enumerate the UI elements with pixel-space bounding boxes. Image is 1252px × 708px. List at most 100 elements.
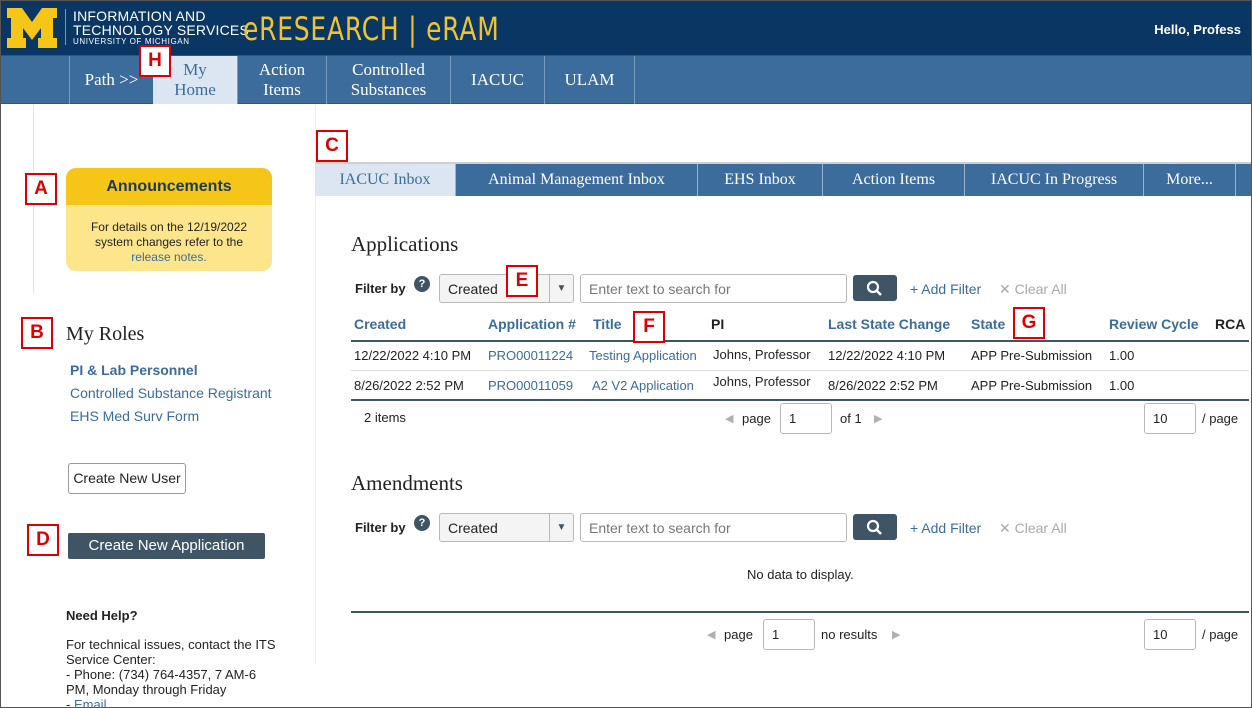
release-notes-link[interactable]: release notes.: [131, 250, 206, 264]
per-page-label: / page: [1202, 411, 1239, 426]
help-email-link[interactable]: Email: [74, 697, 107, 708]
marker-b: B: [21, 317, 53, 349]
amendments-search-input[interactable]: [580, 513, 847, 542]
app-title: eRESEARCH | eRAM: [243, 10, 500, 48]
add-filter-link[interactable]: + Add Filter: [910, 520, 981, 536]
col-rca: RCA: [1215, 316, 1246, 332]
help-text: For technical issues, contact the ITS Se…: [66, 637, 286, 708]
col-title[interactable]: Title: [593, 316, 622, 332]
role-controlled-substance-registrant[interactable]: Controlled Substance Registrant: [70, 385, 272, 401]
create-new-application-button[interactable]: Create New Application: [68, 533, 265, 559]
its-line-3: UNIVERSITY OF MICHIGAN: [73, 37, 190, 46]
prev-page-icon[interactable]: ◀: [725, 412, 733, 425]
create-new-user-button[interactable]: Create New User: [68, 463, 186, 494]
search-icon: [866, 280, 882, 296]
nav-iacuc[interactable]: IACUC: [451, 56, 545, 104]
help-line: PM, Monday through Friday: [66, 682, 227, 697]
marker-g: G: [1013, 307, 1045, 339]
tab-action-items[interactable]: Action Items: [823, 164, 965, 196]
help-question-icon[interactable]: ?: [414, 515, 430, 531]
page-label: page: [724, 627, 753, 642]
marker-h: H: [139, 45, 171, 77]
nav-label: ULAM: [564, 70, 615, 89]
help-line: - Email: [66, 697, 286, 708]
cell-state: APP Pre-Submission: [971, 378, 1093, 393]
page-number-input[interactable]: 1: [780, 403, 832, 434]
col-created[interactable]: Created: [354, 316, 406, 332]
search-button[interactable]: [853, 514, 897, 540]
marker-a: A: [25, 173, 57, 205]
cell-review-cycle: 1.00: [1109, 348, 1135, 363]
nav-label-line1: Controlled: [352, 60, 425, 79]
add-filter-link[interactable]: + Add Filter: [910, 281, 981, 297]
page-of-label: of 1: [840, 411, 862, 426]
cell-application-number[interactable]: PRO00011224: [488, 348, 573, 363]
marker-f: F: [633, 311, 665, 343]
chevron-down-icon: ▼: [549, 514, 573, 541]
michigan-block-m-logo: [7, 8, 57, 48]
per-page-input[interactable]: 10: [1144, 403, 1196, 434]
filter-by-value: Created: [448, 281, 498, 297]
filter-by-select[interactable]: Created ▼: [439, 513, 574, 542]
clear-all-link[interactable]: ✕ Clear All: [999, 520, 1067, 537]
col-review-cycle[interactable]: Review Cycle: [1109, 316, 1199, 332]
page-label: page: [742, 411, 771, 426]
col-last-state-change[interactable]: Last State Change: [828, 316, 950, 332]
cell-title[interactable]: Testing Application: [589, 348, 697, 363]
filter-by-value: Created: [448, 520, 498, 536]
nav-label: IACUC: [471, 70, 524, 89]
cell-last-state-change: 8/26/2022 2:52 PM: [828, 378, 938, 393]
applications-search-input[interactable]: [580, 274, 847, 303]
search-button[interactable]: [853, 275, 897, 301]
filter-by-label: Filter by: [355, 281, 406, 296]
nav-label-line2: Substances: [350, 80, 427, 99]
amendments-title: Amendments: [351, 471, 463, 495]
filter-by-label: Filter by: [355, 520, 406, 535]
chevron-down-icon: ▼: [549, 275, 573, 302]
nav-controlled-substances[interactable]: Controlled Substances: [327, 56, 451, 104]
nav-label-line2: Items: [263, 80, 301, 99]
nav-label-line1: Action: [258, 60, 306, 79]
user-greeting[interactable]: Hello, Profess: [1154, 22, 1241, 37]
announcement-line: For details on the 12/19/2022: [90, 220, 248, 234]
announcements-panel: Announcements For details on the 12/19/2…: [66, 168, 272, 271]
cell-title[interactable]: A2 V2 Application: [592, 378, 694, 393]
tab-iacuc-inbox[interactable]: IACUC Inbox: [315, 164, 456, 196]
nav-path-label: Path >>: [84, 70, 139, 89]
nav-label-line1: My: [183, 60, 207, 79]
tab-more[interactable]: More...: [1144, 164, 1236, 196]
tab-animal-management-inbox[interactable]: Animal Management Inbox: [456, 164, 698, 196]
col-state[interactable]: State: [971, 316, 1005, 332]
cell-created: 8/26/2022 2:52 PM: [354, 378, 464, 393]
cell-pi: Johns, Professor: [713, 347, 811, 362]
col-application-number[interactable]: Application #: [488, 316, 576, 332]
announcements-title: Announcements: [66, 168, 272, 205]
help-question-icon[interactable]: ?: [414, 276, 430, 292]
prev-page-icon[interactable]: ◀: [707, 628, 715, 641]
my-roles-title: My Roles: [66, 323, 145, 345]
role-ehs-med-surv-form[interactable]: EHS Med Surv Form: [70, 408, 199, 424]
cell-created: 12/22/2022 4:10 PM: [354, 348, 472, 363]
help-line: - Phone: (734) 764-4357, 7 AM-6: [66, 667, 257, 682]
cell-state: APP Pre-Submission: [971, 348, 1093, 363]
tab-ehs-inbox[interactable]: EHS Inbox: [698, 164, 823, 196]
marker-e: E: [506, 265, 538, 297]
tab-iacuc-in-progress[interactable]: IACUC In Progress: [965, 164, 1144, 196]
cell-review-cycle: 1.00: [1109, 378, 1135, 393]
nav-ulam[interactable]: ULAM: [545, 56, 635, 104]
cell-pi: Johns, Professor: [713, 374, 811, 389]
role-pi-lab-personnel[interactable]: PI & Lab Personnel: [70, 362, 198, 378]
nav-label-line2: Home: [174, 80, 216, 99]
page-number-input[interactable]: 1: [763, 619, 815, 650]
cell-application-number[interactable]: PRO00011059: [488, 378, 573, 393]
logo-divider: [65, 9, 66, 45]
header-divider: [351, 340, 1249, 342]
applications-title: Applications: [351, 232, 459, 256]
next-page-icon[interactable]: ▶: [874, 412, 882, 425]
next-page-icon[interactable]: ▶: [892, 628, 900, 641]
per-page-input[interactable]: 10: [1144, 619, 1196, 650]
clear-all-link[interactable]: ✕ Clear All: [999, 281, 1067, 298]
marker-d: D: [27, 524, 59, 556]
its-line-2: TECHNOLOGY SERVICES: [73, 22, 249, 38]
nav-action-items[interactable]: Action Items: [238, 56, 327, 104]
